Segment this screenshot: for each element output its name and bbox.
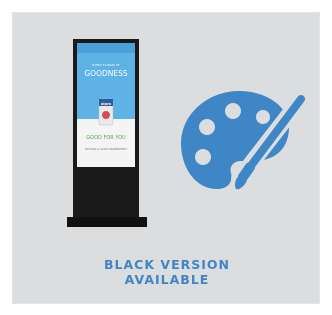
screen-tagline: GOOD FOR YOU bbox=[86, 135, 126, 141]
palette-hole-2 bbox=[225, 103, 241, 119]
palette-icon bbox=[181, 91, 309, 190]
product-brand: alpro bbox=[101, 102, 112, 106]
caption-line-2: AVAILABLE bbox=[124, 272, 210, 287]
palette-hole-1 bbox=[199, 119, 215, 135]
palette-hole-3 bbox=[195, 149, 211, 165]
kiosk-base bbox=[67, 217, 147, 227]
palette-hole-4 bbox=[256, 110, 270, 124]
screen-bottom bbox=[77, 119, 135, 167]
screen-footer: NATURALLY GOOD INGREDIENTS bbox=[85, 147, 127, 151]
availability-caption: BLACK VERSION AVAILABLE bbox=[13, 257, 321, 287]
kiosk-display-image: EVERY FLAVOR OF GOODNESS alpro GOOD FOR … bbox=[67, 39, 147, 227]
screen-headline: GOODNESS bbox=[84, 69, 128, 78]
product-card: EVERY FLAVOR OF GOODNESS alpro GOOD FOR … bbox=[12, 12, 320, 304]
screen-kicker: EVERY FLAVOR OF bbox=[92, 63, 120, 67]
caption-line-1: BLACK VERSION bbox=[104, 257, 230, 272]
